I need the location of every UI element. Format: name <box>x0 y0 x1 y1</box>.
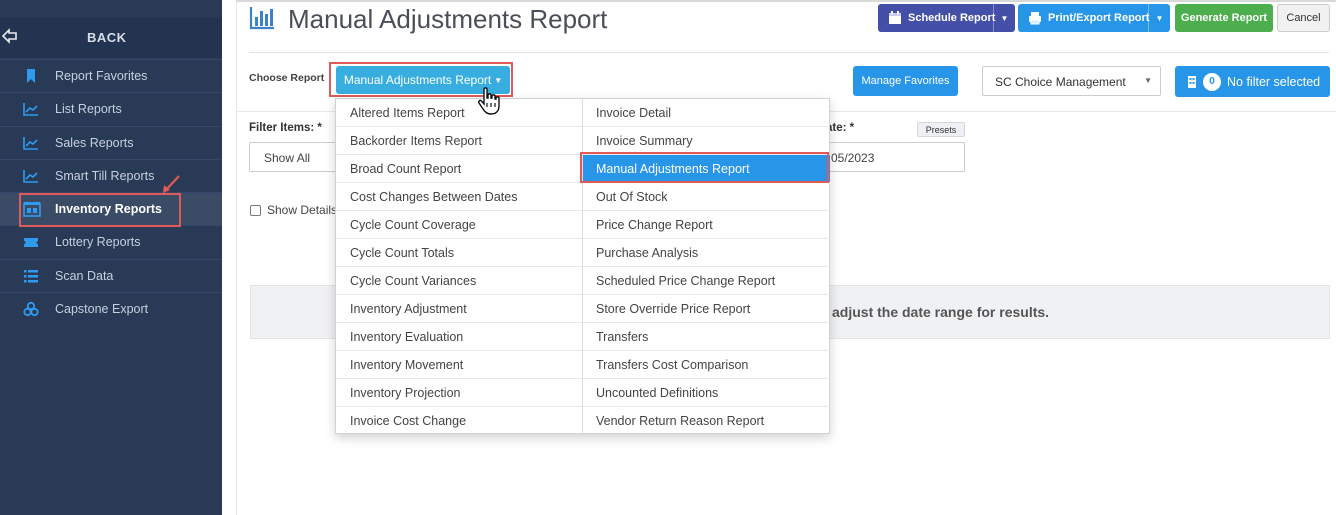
menu-item-selected[interactable]: Manual Adjustments Report <box>583 155 830 183</box>
choose-report-value: Manual Adjustments Report <box>343 73 492 87</box>
menu-item[interactable]: Altered Items Report <box>336 99 582 127</box>
sidebar-item-list-reports[interactable]: List Reports <box>0 92 222 125</box>
back-button[interactable]: BACK <box>0 18 222 58</box>
show-details-row[interactable]: Show Details <box>250 203 337 217</box>
filter-button-label: No filter selected <box>1227 74 1321 89</box>
filter-items-label: Filter Items: * <box>249 122 322 134</box>
sidebar-item-report-favorites[interactable]: Report Favorites <box>0 59 222 92</box>
chevron-down-icon[interactable]: ▼ <box>1148 4 1170 32</box>
sidebar-item-sales-reports[interactable]: Sales Reports <box>0 125 222 159</box>
print-export-label: Print/Export Report <box>1048 12 1150 24</box>
sidebar-nav: Report Favorites List Reports Sales Repo… <box>0 59 222 325</box>
page-title: Manual Adjustments Report <box>288 4 608 34</box>
bookmark-icon <box>23 68 39 84</box>
chevron-down-icon[interactable]: ▼ <box>993 4 1015 32</box>
store-select-value: SC Choice Management <box>995 75 1126 89</box>
sidebar-item-label: List Reports <box>55 102 122 117</box>
chevron-down-icon: ▼ <box>1144 76 1152 85</box>
sidebar-item-label: Inventory Reports <box>55 202 162 217</box>
filter-button[interactable]: 0 No filter selected <box>1175 66 1330 97</box>
cancel-button[interactable]: Cancel <box>1277 4 1330 32</box>
menu-item[interactable]: Inventory Projection <box>336 379 582 407</box>
generate-report-button[interactable]: Generate Report <box>1175 4 1273 32</box>
bar-chart-icon <box>249 5 275 31</box>
report-dropdown-menu: Altered Items Report Backorder Items Rep… <box>335 98 830 434</box>
choose-report-label: Choose Report <box>249 72 325 84</box>
inventory-icon <box>23 201 41 217</box>
menu-item[interactable]: Purchase Analysis <box>583 239 830 267</box>
date-label: ate: * <box>826 122 855 134</box>
menu-item[interactable]: Vendor Return Reason Report <box>583 407 830 435</box>
menu-item[interactable]: Inventory Adjustment <box>336 295 582 323</box>
print-export-button[interactable]: Print/Export Report ▼ <box>1018 4 1170 32</box>
menu-item[interactable]: Uncounted Definitions <box>583 379 830 407</box>
sidebar-item-lottery-reports[interactable]: Lottery Reports <box>0 225 222 258</box>
menu-item[interactable]: Invoice Cost Change <box>336 407 582 435</box>
sidebar-item-label: Scan Data <box>55 268 114 283</box>
sidebar: BACK Report Favorites List Reports Sales… <box>0 0 222 515</box>
sidebar-item-scan-data[interactable]: Scan Data <box>0 258 222 292</box>
schedule-report-label: Schedule Report <box>908 12 996 24</box>
show-details-checkbox[interactable] <box>250 204 261 216</box>
sidebar-item-label: Capstone Export <box>55 302 149 317</box>
ticket-icon <box>23 234 39 250</box>
cubes-icon <box>23 301 39 317</box>
building-icon <box>1187 75 1197 89</box>
filter-count-badge: 0 <box>1203 72 1221 91</box>
menu-item[interactable]: Cycle Count Totals <box>336 239 582 267</box>
list-icon <box>23 268 39 284</box>
menu-item[interactable]: Store Override Price Report <box>583 295 830 323</box>
manage-favorites-button[interactable]: Manage Favorites <box>853 66 958 96</box>
schedule-report-button[interactable]: Schedule Report ▼ <box>878 4 1015 32</box>
menu-item[interactable]: Inventory Evaluation <box>336 323 582 351</box>
menu-item[interactable]: Transfers <box>583 323 830 351</box>
filter-items-select[interactable]: Show All <box>249 142 349 172</box>
sidebar-item-smart-till-reports[interactable]: Smart Till Reports <box>0 158 222 192</box>
annotation-arrow-icon <box>159 174 183 196</box>
menu-item[interactable]: Price Change Report <box>583 211 830 239</box>
calendar-icon <box>888 11 902 25</box>
store-select[interactable]: SC Choice Management ▼ <box>982 66 1161 96</box>
back-label: BACK <box>87 30 127 45</box>
menu-item[interactable]: Transfers Cost Comparison <box>583 351 830 379</box>
menu-item[interactable]: Inventory Movement <box>336 351 582 379</box>
menu-item[interactable]: Cycle Count Variances <box>336 267 582 295</box>
back-arrow-icon <box>1 28 18 46</box>
line-chart-icon <box>23 101 39 117</box>
menu-item[interactable]: Broad Count Report <box>336 155 582 183</box>
menu-item[interactable]: Cost Changes Between Dates <box>336 183 582 211</box>
printer-icon <box>1028 11 1042 25</box>
hand-cursor-icon <box>476 86 506 116</box>
line-chart-icon <box>23 168 39 184</box>
presets-button[interactable]: Presets <box>917 122 965 137</box>
menu-item[interactable]: Invoice Summary <box>583 127 830 155</box>
title-divider <box>249 52 1329 53</box>
sidebar-item-label: Smart Till Reports <box>55 168 155 183</box>
caret-down-icon: ▼ <box>494 75 503 85</box>
sidebar-item-label: Lottery Reports <box>55 235 141 250</box>
menu-item[interactable]: Backorder Items Report <box>336 127 582 155</box>
results-message: adjust the date range for results. <box>832 304 1050 320</box>
menu-item[interactable]: Scheduled Price Change Report <box>583 267 830 295</box>
sidebar-item-label: Report Favorites <box>55 69 148 83</box>
line-chart-icon <box>23 135 39 151</box>
sidebar-item-label: Sales Reports <box>55 135 134 150</box>
sidebar-item-capstone-export[interactable]: Capstone Export <box>0 292 222 325</box>
menu-column-left: Altered Items Report Backorder Items Rep… <box>336 99 583 433</box>
sidebar-item-inventory-reports[interactable]: Inventory Reports <box>0 192 222 226</box>
menu-item[interactable]: Out Of Stock <box>583 183 830 211</box>
menu-item[interactable]: Cycle Count Coverage <box>336 211 582 239</box>
menu-column-right: Invoice Detail Invoice Summary Manual Ad… <box>583 99 830 435</box>
menu-item[interactable]: Invoice Detail <box>583 99 830 127</box>
show-details-label: Show Details <box>267 203 338 217</box>
top-divider <box>236 0 1336 2</box>
